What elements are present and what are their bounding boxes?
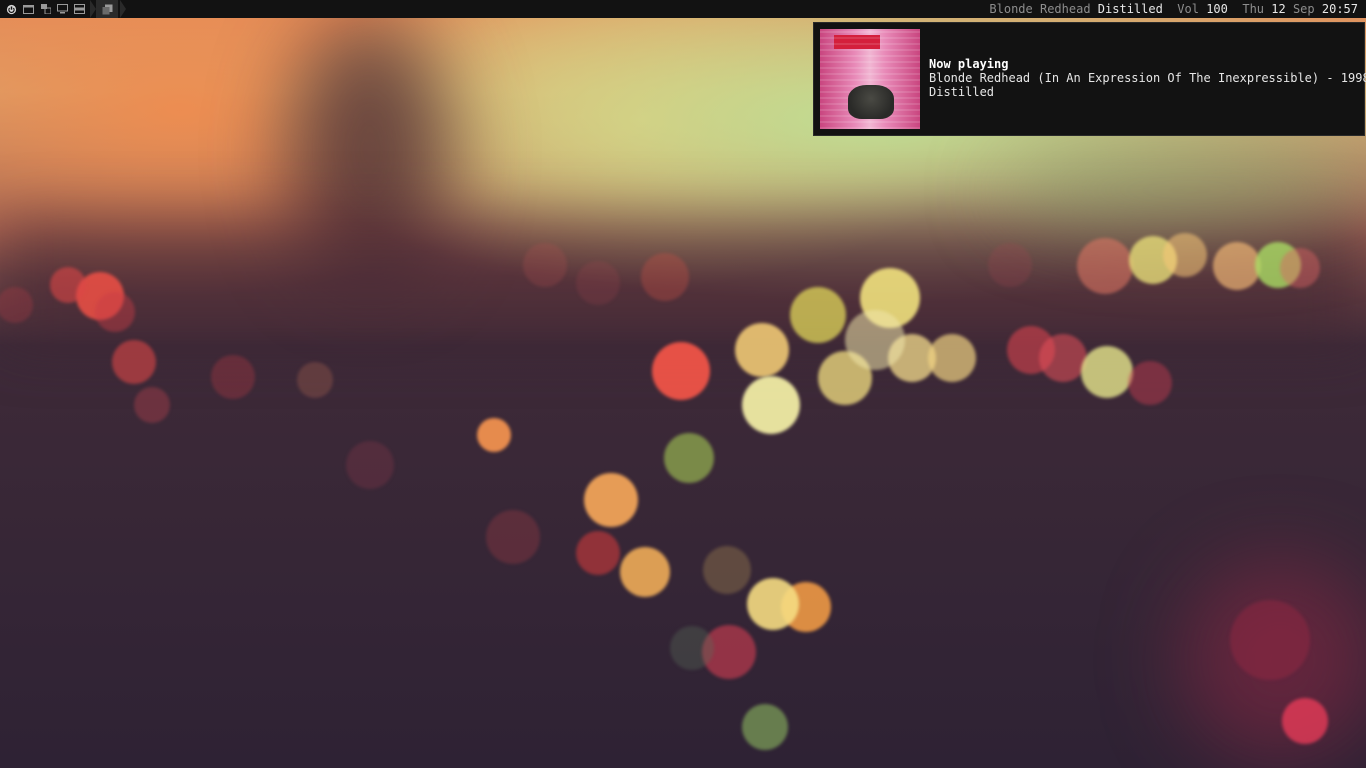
bokeh-light <box>576 261 620 305</box>
bokeh-light <box>346 441 394 489</box>
bokeh-light <box>790 287 846 343</box>
terminal-icon[interactable] <box>20 0 37 18</box>
bokeh-light <box>50 267 86 303</box>
windows-icon[interactable] <box>37 0 54 18</box>
bokeh-light <box>747 578 799 630</box>
bar-separator <box>120 0 126 18</box>
panel-icon[interactable] <box>71 0 88 18</box>
bokeh-light <box>620 547 670 597</box>
bokeh-light <box>1213 242 1261 290</box>
bokeh-light <box>1081 346 1133 398</box>
bokeh-light <box>664 433 714 483</box>
album-cover-image <box>820 29 920 129</box>
power-icon[interactable] <box>3 0 20 18</box>
notification-text: Now playing Blonde Redhead (In An Expres… <box>929 57 1366 99</box>
bokeh-light <box>641 253 689 301</box>
clock-date: 12 <box>1271 2 1286 16</box>
volume-value[interactable]: 100 <box>1206 2 1228 16</box>
bokeh-light <box>486 510 540 564</box>
bokeh-light <box>670 626 714 670</box>
bokeh-light <box>1077 238 1133 294</box>
clock-time[interactable]: 20:57 <box>1322 2 1358 16</box>
bokeh-light <box>988 243 1032 287</box>
notification-title: Now playing <box>929 57 1009 71</box>
bokeh-light <box>1280 248 1320 288</box>
bokeh-light <box>1230 600 1310 680</box>
bokeh-light <box>112 340 156 384</box>
bokeh-light <box>703 546 751 594</box>
status-area: Blonde Redhead Distilled Vol 100 Thu 12 … <box>989 0 1358 18</box>
workspace-icon[interactable] <box>96 0 118 18</box>
notification-line-1: Blonde Redhead (In An Expression Of The … <box>929 71 1366 85</box>
bokeh-light <box>477 418 511 452</box>
monitor-icon[interactable] <box>54 0 71 18</box>
bokeh-light <box>1163 233 1207 277</box>
now-playing-title[interactable]: Distilled <box>1098 2 1163 16</box>
bokeh-light <box>523 243 567 287</box>
clock-month: Sep <box>1292 2 1315 16</box>
bokeh-light <box>742 704 788 750</box>
bokeh-light <box>211 355 255 399</box>
bokeh-light <box>652 342 710 400</box>
clock-day: Thu <box>1242 2 1265 16</box>
bokeh-light <box>1039 334 1087 382</box>
now-playing-artist: Blonde Redhead <box>989 2 1091 16</box>
now-playing-notification[interactable]: Now playing Blonde Redhead (In An Expres… <box>813 22 1366 136</box>
bokeh-light <box>95 292 135 332</box>
bokeh-light <box>1282 698 1328 744</box>
top-bar: Blonde Redhead Distilled Vol 100 Thu 12 … <box>0 0 1366 18</box>
bokeh-light <box>928 334 976 382</box>
launcher-group <box>3 0 126 18</box>
bokeh-light <box>1128 361 1172 405</box>
notification-line-2: Distilled <box>929 85 995 99</box>
bokeh-light <box>576 531 620 575</box>
bokeh-light <box>134 387 170 423</box>
bokeh-light <box>735 323 789 377</box>
bokeh-light <box>845 310 905 370</box>
bokeh-light <box>742 376 800 434</box>
volume-label: Vol <box>1177 2 1199 16</box>
bokeh-light <box>297 362 333 398</box>
bokeh-light <box>584 473 638 527</box>
